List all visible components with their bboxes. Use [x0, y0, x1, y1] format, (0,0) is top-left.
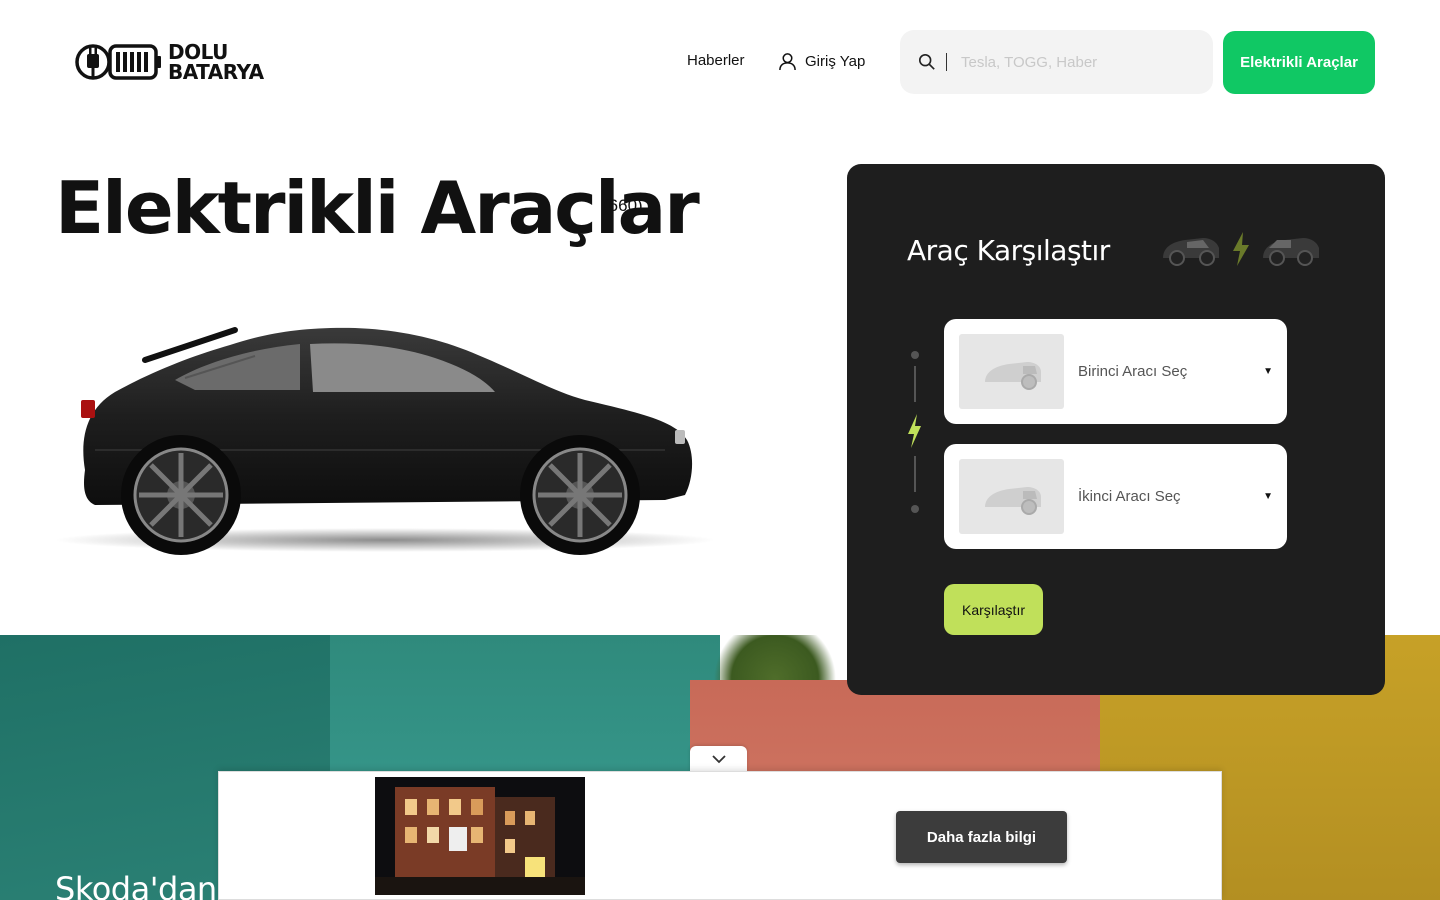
ad-collapse-tab[interactable]	[690, 746, 747, 772]
lightning-icon	[908, 414, 921, 448]
car-icon	[1163, 238, 1219, 266]
car-placeholder-thumbnail	[959, 334, 1064, 409]
car-icon	[1263, 238, 1319, 266]
search-separator	[946, 53, 947, 71]
second-car-select[interactable]: İkinci Aracı Seç ▼	[944, 444, 1287, 549]
compare-button[interactable]: Karşılaştır	[944, 584, 1043, 635]
ad-more-info-button[interactable]: Daha fazla bilgi	[896, 811, 1067, 863]
car-placeholder-icon	[984, 361, 1041, 390]
car-placeholder-thumbnail	[959, 459, 1064, 534]
first-car-select[interactable]: Birinci Aracı Seç ▼	[944, 319, 1287, 424]
compare-timeline	[908, 351, 921, 513]
logo-wordmark: DOLU BATARYA	[168, 42, 264, 82]
chevron-down-icon: ▼	[1263, 366, 1273, 377]
ad-street-photo	[375, 777, 585, 895]
logo-line-2: BATARYA	[168, 60, 264, 84]
battery-plug-icon	[75, 44, 161, 80]
search-box[interactable]	[900, 30, 1213, 94]
chevron-down-icon: ▼	[1263, 491, 1273, 502]
page: DOLU BATARYA Haberler Giriş Yap Elektrik…	[0, 0, 1440, 900]
second-car-select-label: İkinci Aracı Seç	[1078, 488, 1181, 505]
nav-login-link[interactable]: Giriş Yap	[778, 52, 865, 71]
ad-banner: Daha fazla bilgi	[218, 771, 1222, 900]
logo-line-1: DOLU	[168, 40, 228, 64]
nav-news-link[interactable]: Haberler	[687, 52, 745, 69]
compare-title: Araç Karşılaştır	[907, 234, 1110, 267]
compare-panel: Araç Karşılaştır Birinci Aracı Seç ▼ İki…	[847, 164, 1385, 695]
lightning-icon	[1233, 232, 1249, 266]
search-icon	[918, 53, 935, 70]
logo[interactable]: DOLU BATARYA	[74, 40, 264, 84]
user-icon	[779, 53, 796, 71]
car-placeholder-icon	[984, 486, 1041, 515]
nav-login-label: Giriş Yap	[805, 53, 866, 70]
page-title: Elektrikli Araçlar	[55, 166, 700, 250]
search-input[interactable]	[961, 53, 1181, 71]
compare-illustration	[1159, 230, 1323, 268]
ad-image[interactable]	[375, 777, 585, 895]
first-car-select-label: Birinci Aracı Seç	[1078, 363, 1188, 380]
vehicle-count: (660)	[603, 196, 643, 215]
electric-cars-button[interactable]: Elektrikli Araçlar	[1223, 31, 1375, 94]
hero-car-image	[55, 327, 715, 555]
chevron-down-icon	[711, 755, 726, 764]
featured-news-title[interactable]: Skoda'dan	[55, 870, 217, 900]
